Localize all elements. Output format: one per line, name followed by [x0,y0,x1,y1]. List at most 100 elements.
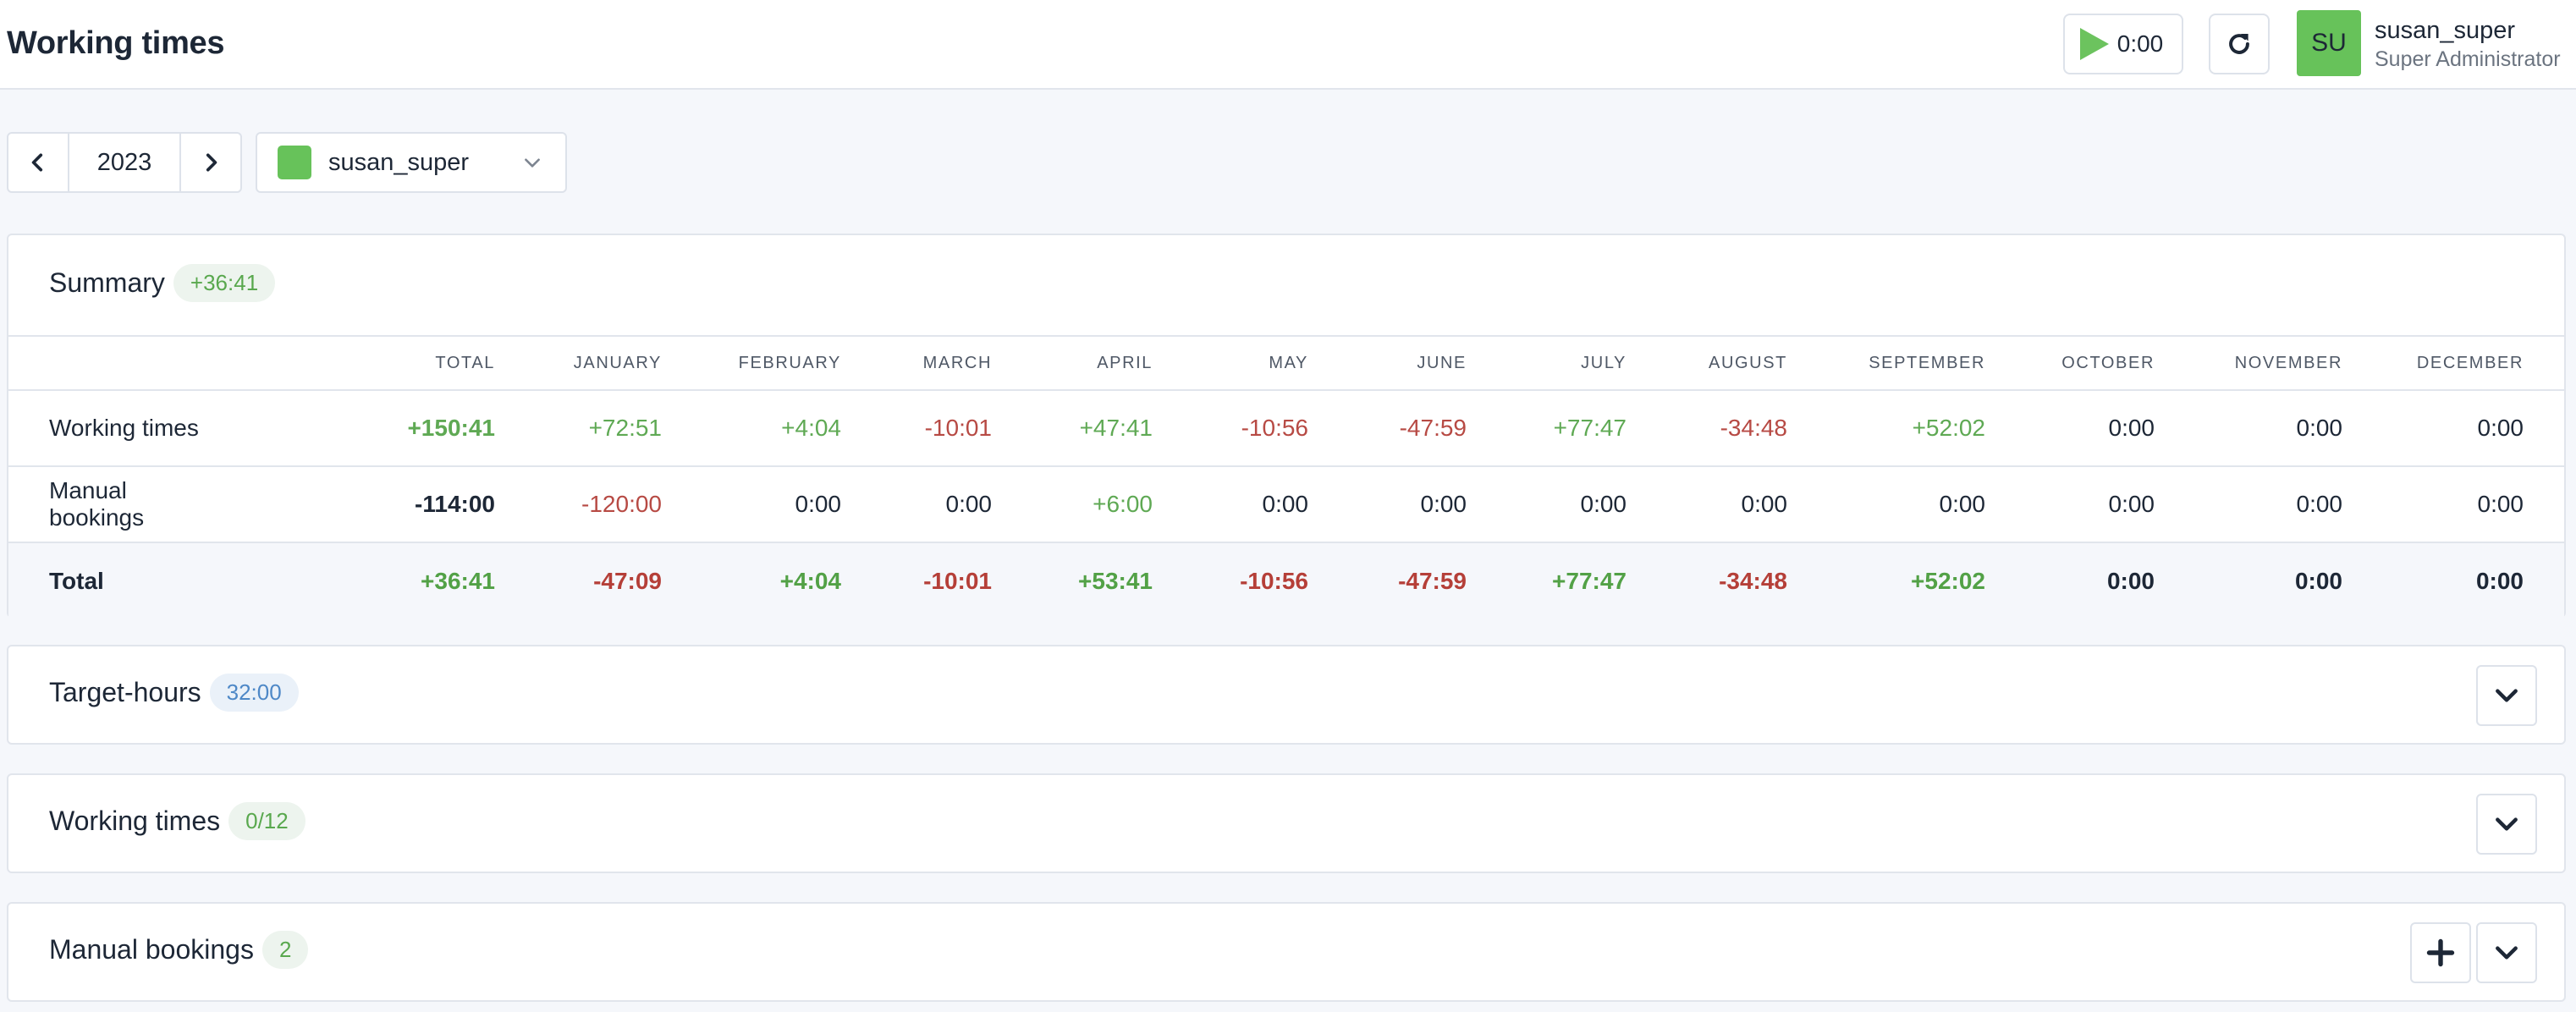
column-header: JUNE [1308,335,1467,391]
manual-bookings-badge: 2 [261,931,309,969]
summary-card: Summary +36:41 TOTAL JANUARY FEBRUARY MA… [7,234,2566,619]
add-manual-booking-button[interactable] [2410,922,2471,983]
month-value-cell: 0:00 [1308,466,1467,543]
month-value-cell: -47:59 [1308,390,1467,467]
working-times-header: Working times 0/12 [49,802,305,840]
chevron-right-icon [206,153,217,172]
working-times-card: Working times 0/12 [7,773,2566,873]
table-row: Working times +150:41 +72:51 +4:04 -10:01 +47… [8,390,2564,467]
refresh-button[interactable] [2209,14,2270,74]
month-value-cell: 0:00 [2155,542,2342,619]
month-value-cell: -34:48 [1627,542,1787,619]
table-header-row: TOTAL JANUARY FEBRUARY MARCH APRIL MAY J… [8,335,2564,391]
summary-table: TOTAL JANUARY FEBRUARY MARCH APRIL MAY J… [8,335,2564,619]
column-header: AUGUST [1627,335,1787,391]
month-value-cell: 0:00 [2342,542,2564,619]
chevron-left-icon [31,153,43,172]
month-value-cell: -47:59 [1308,542,1467,619]
play-icon [2079,28,2109,60]
month-value-cell: +53:41 [992,542,1153,619]
month-value-cell: +77:47 [1467,542,1627,619]
refresh-icon [2229,33,2249,54]
top-bar: Working times 0:00 SU susan_super Super … [0,0,2576,90]
user-avatar[interactable]: SU [2297,10,2361,76]
month-value-cell: +4:04 [662,390,841,467]
chevron-down-icon [2496,817,2518,831]
start-timer-button[interactable]: 0:00 [2063,14,2183,74]
user-name[interactable]: susan_super [2375,17,2515,45]
column-header [8,335,220,391]
column-header: MARCH [841,335,992,391]
month-value-cell: 0:00 [841,466,992,543]
table-row: Manual bookings -114:00 -120:00 0:00 0:00 +6:… [8,466,2564,543]
summary-header: Summary +36:41 [49,264,276,302]
column-header: OCTOBER [1985,335,2155,391]
summary-title: Summary [49,267,165,298]
chevron-down-icon [525,158,540,168]
summary-badge: +36:41 [173,264,276,302]
current-year[interactable]: 2023 [68,134,181,191]
month-value-cell: -10:01 [841,390,992,467]
page-title: Working times [7,25,225,61]
row-label: Manual bookings [8,466,220,543]
row-total-cell: +150:41 [220,390,495,467]
month-value-cell: +52:02 [1787,390,1985,467]
user-select[interactable]: susan_super [256,132,567,193]
row-label: Total [8,542,220,619]
column-header: APRIL [992,335,1153,391]
row-label: Working times [8,390,220,467]
user-role: Super Administrator [2375,47,2561,71]
month-value-cell: 0:00 [1787,466,1985,543]
previous-year-button[interactable] [8,134,68,191]
user-select-value: susan_super [328,148,470,176]
column-header: JULY [1467,335,1627,391]
chevron-down-icon [2496,689,2518,702]
user-color-swatch [278,146,311,179]
month-value-cell: +4:04 [662,542,841,619]
month-value-cell: 0:00 [2342,466,2564,543]
working-times-toggle-button[interactable] [2476,794,2537,855]
target-hours-title: Target-hours [49,677,201,707]
month-value-cell: 0:00 [2342,390,2564,467]
table-total-row: Total +36:41 -47:09 +4:04 -10:01 +53:41 -10:56… [8,542,2564,619]
working-times-title: Working times [49,806,221,836]
month-value-cell: 0:00 [2155,390,2342,467]
row-total-cell: -114:00 [220,466,495,543]
month-value-cell: -10:01 [841,542,992,619]
month-value-cell: 0:00 [1467,466,1627,543]
month-value-cell: 0:00 [1985,390,2155,467]
target-hours-badge: 32:00 [209,674,299,712]
row-total-cell: +36:41 [220,542,495,619]
target-hours-card: Target-hours 32:00 [7,645,2566,745]
timer-duration: 0:00 [2116,30,2164,57]
month-value-cell: +72:51 [495,390,662,467]
month-value-cell: -34:48 [1627,390,1787,467]
column-header: TOTAL [220,335,495,391]
month-value-cell: -10:56 [1153,542,1308,619]
month-value-cell: +47:41 [992,390,1153,467]
month-value-cell: 0:00 [1627,466,1787,543]
manual-bookings-header: Manual bookings 2 [49,931,309,969]
column-header: MAY [1153,335,1308,391]
manual-bookings-card: Manual bookings 2 [7,902,2566,1002]
month-value-cell: 0:00 [1985,542,2155,619]
plus-icon [2426,938,2455,967]
column-header: NOVEMBER [2155,335,2342,391]
column-header: FEBRUARY [662,335,841,391]
column-header: DECEMBER [2342,335,2564,391]
column-header: SEPTEMBER [1787,335,1985,391]
month-value-cell: 0:00 [1153,466,1308,543]
month-value-cell: 0:00 [2155,466,2342,543]
manual-bookings-toggle-button[interactable] [2476,922,2537,983]
month-value-cell: 0:00 [662,466,841,543]
column-header: JANUARY [495,335,662,391]
month-value-cell: -10:56 [1153,390,1308,467]
month-value-cell: -120:00 [495,466,662,543]
month-value-cell: +77:47 [1467,390,1627,467]
month-value-cell: 0:00 [1985,466,2155,543]
target-hours-toggle-button[interactable] [2476,665,2537,726]
target-hours-header: Target-hours 32:00 [49,674,299,712]
year-picker: 2023 [7,132,242,193]
next-year-button[interactable] [181,134,240,191]
manual-bookings-title: Manual bookings [49,934,254,965]
